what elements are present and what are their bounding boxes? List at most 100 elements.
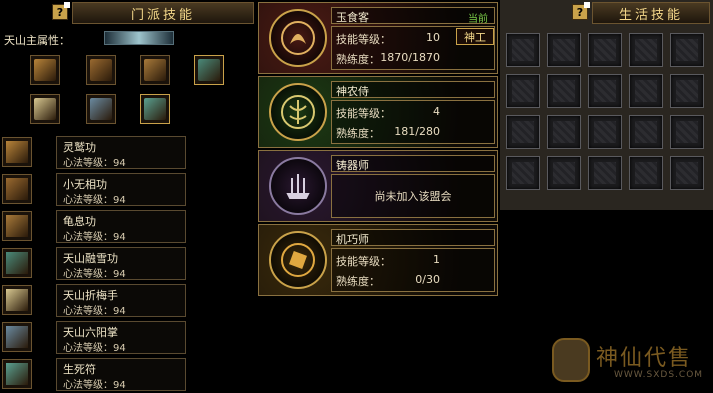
life-skill-slot[interactable] <box>670 74 704 108</box>
locked-slot-icon <box>635 80 657 102</box>
locked-slot-icon <box>676 121 698 143</box>
skill-row[interactable]: 小无相功 心法等级：94 <box>2 173 186 206</box>
card-info: 尚未加入该盟会 <box>331 174 495 218</box>
life-help-button[interactable]: ? <box>572 2 590 20</box>
attr-icon-4[interactable] <box>194 55 224 85</box>
mascot-logo-icon <box>552 338 590 382</box>
skill-row[interactable]: 生死符 心法等级：94 <box>2 358 186 391</box>
skill-level: 心法等级：94 <box>63 232 126 243</box>
life-skill-slot[interactable] <box>506 156 540 190</box>
card-info: 技能等级： 1 熟练度： 0/30 <box>331 248 495 292</box>
sect-skills-panel: ? 门派技能 天山主属性： 灵鹫功 心法等级：94 小无相功 心法等级：94 龟… <box>0 0 256 393</box>
bamboo-scroll-icon <box>34 59 56 81</box>
skill-row[interactable]: 天山融雪功 心法等级：94 <box>2 247 186 280</box>
help-corner-icon <box>64 2 70 8</box>
attribute-gem-icon <box>104 31 174 45</box>
life-skill-slot[interactable] <box>588 74 622 108</box>
skill-icon[interactable] <box>2 359 32 389</box>
skill-level: 心法等级：94 <box>63 158 126 169</box>
life-skill-slot[interactable] <box>629 156 663 190</box>
life-skill-slot[interactable] <box>547 156 581 190</box>
locked-slot-icon <box>635 39 657 61</box>
skill-row[interactable]: 灵鹫功 心法等级：94 <box>2 136 186 169</box>
jiqiao-emblem-icon <box>269 231 327 289</box>
skill-level-value: 10 <box>426 31 440 44</box>
proficiency-value: 181/280 <box>394 125 440 138</box>
life-skill-slot[interactable] <box>547 74 581 108</box>
skill-level: 心法等级：94 <box>63 269 126 280</box>
skill-icon[interactable] <box>2 248 32 278</box>
attr-icon-2[interactable] <box>86 55 116 85</box>
life-skill-slot[interactable] <box>670 33 704 67</box>
life-skill-slot[interactable] <box>588 156 622 190</box>
locked-slot-icon <box>553 162 575 184</box>
skill-info: 天山融雪功 心法等级：94 <box>56 247 186 280</box>
attr-icon-6[interactable] <box>86 94 116 124</box>
life-skill-slot[interactable] <box>629 115 663 149</box>
skill-level: 心法等级：94 <box>63 380 126 391</box>
current-badge: 当前 <box>468 14 488 25</box>
attr-icon-7[interactable] <box>140 94 170 124</box>
card-title-box: 神农侍 <box>331 81 495 98</box>
skill-name: 龟息功 <box>63 215 96 228</box>
bamboo-scroll-icon <box>6 141 28 163</box>
shennong-emblem-icon <box>269 83 327 141</box>
life-skill-slot[interactable] <box>670 156 704 190</box>
life-skill-slot[interactable] <box>670 115 704 149</box>
life-skill-slot[interactable] <box>629 74 663 108</box>
help-button[interactable]: ? <box>52 2 70 20</box>
book-stack-icon <box>90 59 112 81</box>
skill-name: 天山折梅手 <box>63 289 118 302</box>
card-info: 技能等级： 4 熟练度： 181/280 <box>331 100 495 144</box>
locked-slot-icon <box>553 121 575 143</box>
locked-slot-icon <box>512 121 534 143</box>
proficiency-label: 熟练度： <box>336 127 380 140</box>
life-skill-slot[interactable] <box>629 33 663 67</box>
skill-icon[interactable] <box>2 322 32 352</box>
life-skill-slot[interactable] <box>506 74 540 108</box>
skill-row[interactable]: 天山六阳掌 心法等级：94 <box>2 321 186 354</box>
skill-row[interactable]: 龟息功 心法等级：94 <box>2 210 186 243</box>
guild-card-yushike[interactable]: 玉食客 当前 技能等级： 10 熟练度： 1870/1870 神工 <box>258 2 498 74</box>
life-skill-slot[interactable] <box>588 33 622 67</box>
attr-icon-5[interactable] <box>30 94 60 124</box>
skill-info: 灵鹫功 心法等级：94 <box>56 136 186 169</box>
shengong-button[interactable]: 神工 <box>456 28 494 45</box>
locked-slot-icon <box>676 162 698 184</box>
skill-info: 天山折梅手 心法等级：94 <box>56 284 186 317</box>
life-skill-slot[interactable] <box>506 115 540 149</box>
skill-row[interactable]: 天山折梅手 心法等级：94 <box>2 284 186 317</box>
skill-icon[interactable] <box>2 211 32 241</box>
skill-icon[interactable] <box>2 174 32 204</box>
guild-card-jiqiao[interactable]: 机巧师 技能等级： 1 熟练度： 0/30 <box>258 224 498 296</box>
skill-level-value: 4 <box>433 105 440 118</box>
zhuqi-emblem-icon <box>269 157 327 215</box>
yushike-emblem-icon <box>269 9 327 67</box>
locked-slot-icon <box>553 80 575 102</box>
watermark: 神仙代售 WWW.SXDS.COM <box>552 336 712 391</box>
locked-slot-icon <box>676 80 698 102</box>
skill-icon[interactable] <box>2 137 32 167</box>
attr-icon-1[interactable] <box>30 55 60 85</box>
skill-icon[interactable] <box>2 285 32 315</box>
jade-book-icon <box>198 59 220 81</box>
guild-card-zhuqi[interactable]: 铸器师 尚未加入该盟会 <box>258 150 498 222</box>
card-title-box: 机巧师 <box>331 229 495 246</box>
life-skill-slot[interactable] <box>547 33 581 67</box>
life-skills-title: 生活技能 <box>592 2 710 24</box>
life-skill-slot[interactable] <box>588 115 622 149</box>
not-joined-text: 尚未加入该盟会 <box>374 190 452 203</box>
life-skill-slot[interactable] <box>547 115 581 149</box>
attr-icon-3[interactable] <box>140 55 170 85</box>
life-skill-slot[interactable] <box>506 33 540 67</box>
locked-slot-icon <box>594 80 616 102</box>
guild-card-shennong[interactable]: 神农侍 技能等级： 4 熟练度： 181/280 <box>258 76 498 148</box>
help-label: ? <box>56 5 64 19</box>
locked-slot-icon <box>512 39 534 61</box>
card-title: 玉食客 <box>336 11 369 24</box>
skill-level-value: 1 <box>433 253 440 266</box>
talisman-icon <box>6 289 28 311</box>
talisman-icon <box>34 98 56 120</box>
tome-icon <box>6 326 28 348</box>
locked-slot-icon <box>635 162 657 184</box>
